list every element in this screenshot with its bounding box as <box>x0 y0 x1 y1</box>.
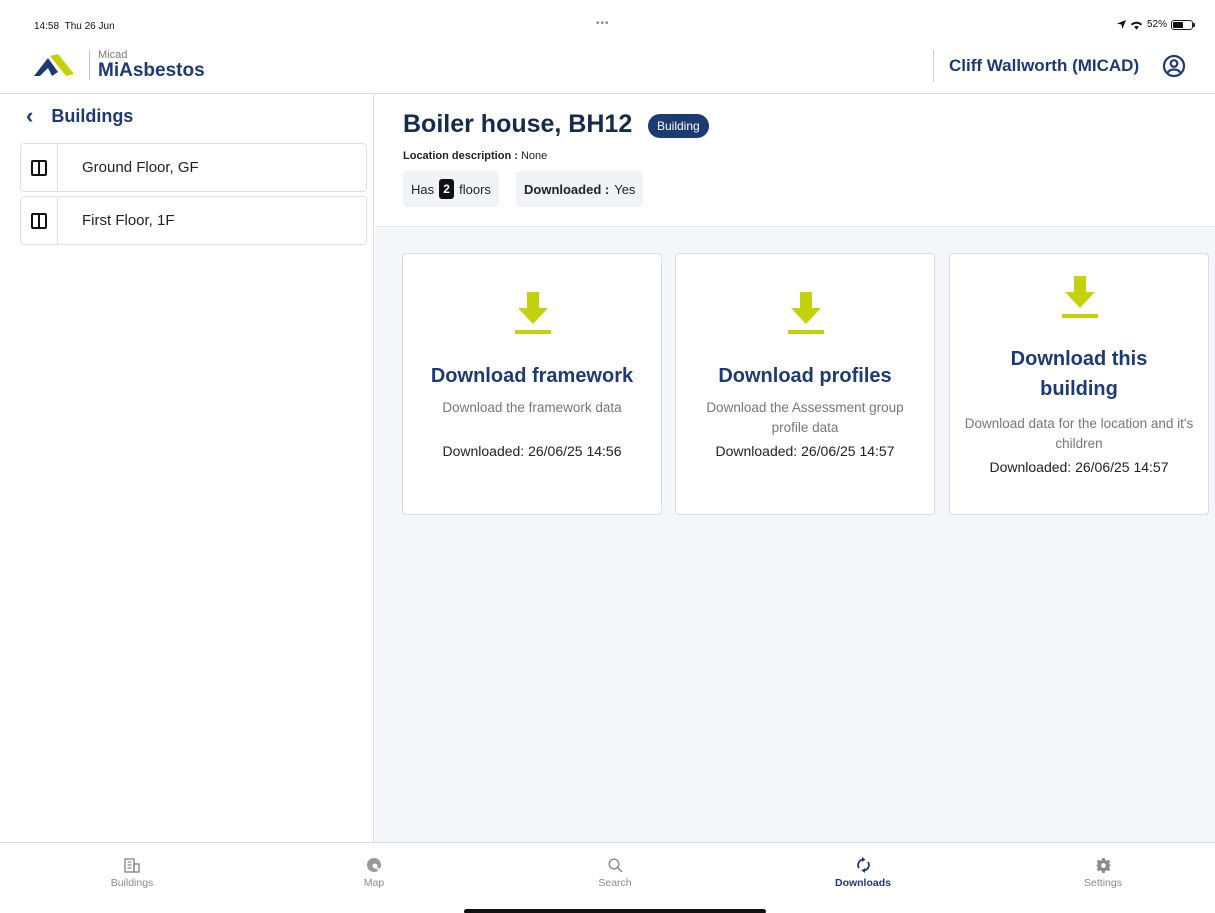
tab-buildings[interactable]: Buildings <box>72 855 192 889</box>
downloaded-status-chip: Downloaded : Yes <box>516 171 644 207</box>
sidebar-title: Buildings <box>51 105 134 126</box>
card-downloaded-date: Downloaded: 26/06/25 14:57 <box>989 459 1169 475</box>
building-header: Boiler house, BH12 Building Location des… <box>375 95 1215 227</box>
download-icon <box>515 292 551 334</box>
tab-downloads[interactable]: Downloads <box>803 855 923 889</box>
map-icon <box>366 857 381 872</box>
gear-icon <box>1095 857 1111 873</box>
building-type-badge: Building <box>648 114 709 138</box>
card-downloaded-date: Downloaded: 26/06/25 14:56 <box>442 443 622 459</box>
brand-name: MiAsbestos <box>98 60 205 81</box>
card-title: Download framework <box>430 365 634 387</box>
download-profiles-card[interactable]: Download profiles Download the Assessmen… <box>675 253 935 515</box>
sidebar-item-label: Ground Floor, GF <box>82 159 199 176</box>
battery-percent: 52% <box>1146 19 1167 30</box>
page-title: Boiler house, BH12 <box>403 110 633 138</box>
download-icon <box>788 292 824 334</box>
multitask-dots[interactable]: ••• <box>596 18 610 29</box>
tab-search[interactable]: Search <box>555 855 675 889</box>
status-time: 14:58 Thu 26 Jun <box>34 21 115 32</box>
download-building-card[interactable]: Download this building Download data for… <box>949 253 1209 515</box>
logo-divider <box>89 50 90 80</box>
location-arrow-icon <box>1116 20 1126 29</box>
tab-settings[interactable]: Settings <box>1043 855 1163 889</box>
download-icon <box>1062 276 1098 318</box>
sidebar-item-label: First Floor, 1F <box>82 212 175 229</box>
search-icon <box>607 857 623 873</box>
sync-icon <box>856 857 870 873</box>
floor-elevator-icon <box>31 212 47 229</box>
tab-map[interactable]: Map <box>314 855 434 889</box>
card-downloaded-date: Downloaded: 26/06/25 14:57 <box>715 443 895 459</box>
tab-label: Search <box>598 877 632 889</box>
chevron-left-icon[interactable]: ‹ <box>26 105 33 127</box>
wifi-icon <box>1130 21 1143 30</box>
buildings-icon <box>124 858 140 873</box>
bottom-tab-bar: Buildings Map Search Downloads Settings <box>0 842 1215 913</box>
home-indicator[interactable] <box>464 909 766 913</box>
sidebar-back-link[interactable]: ‹ Buildings <box>26 105 133 127</box>
floors-count-chip: Has 2 floors <box>403 171 499 207</box>
user-account-icon[interactable] <box>1162 54 1186 78</box>
card-description: Download data for the location and it's … <box>964 416 1194 451</box>
battery-icon <box>1171 19 1195 30</box>
tab-label: Settings <box>1084 877 1122 889</box>
card-title: Download this building <box>1010 348 1148 400</box>
status-indicators: 52% <box>1116 19 1195 30</box>
sidebar-item-first-floor[interactable]: First Floor, 1F <box>20 196 367 245</box>
card-description: Download the framework data <box>442 400 622 415</box>
user-divider <box>933 50 934 82</box>
sidebar-item-ground-floor[interactable]: Ground Floor, GF <box>20 143 367 192</box>
floor-elevator-icon <box>31 159 47 176</box>
card-title: Download profiles <box>718 365 892 387</box>
card-description: Download the Assessment group profile da… <box>706 400 904 435</box>
tab-label: Downloads <box>834 877 891 889</box>
tab-label: Map <box>363 877 385 889</box>
status-bar: 14:58 Thu 26 Jun ••• 52% <box>0 16 1215 36</box>
tab-label: Buildings <box>110 877 154 889</box>
app-header: Micad MiAsbestos Cliff Wallworth (MICAD) <box>0 40 1215 94</box>
download-framework-card[interactable]: Download framework Download the framewor… <box>402 253 662 515</box>
location-description: Location description : None <box>403 150 548 162</box>
downloads-panel: Download framework Download the framewor… <box>375 228 1215 842</box>
miasbestos-logo-icon <box>34 54 74 76</box>
sidebar: ‹ Buildings Ground Floor, GF First Floor… <box>0 95 374 842</box>
user-name[interactable]: Cliff Wallworth (MICAD) <box>949 56 1139 76</box>
floors-count-badge: 2 <box>439 179 455 199</box>
